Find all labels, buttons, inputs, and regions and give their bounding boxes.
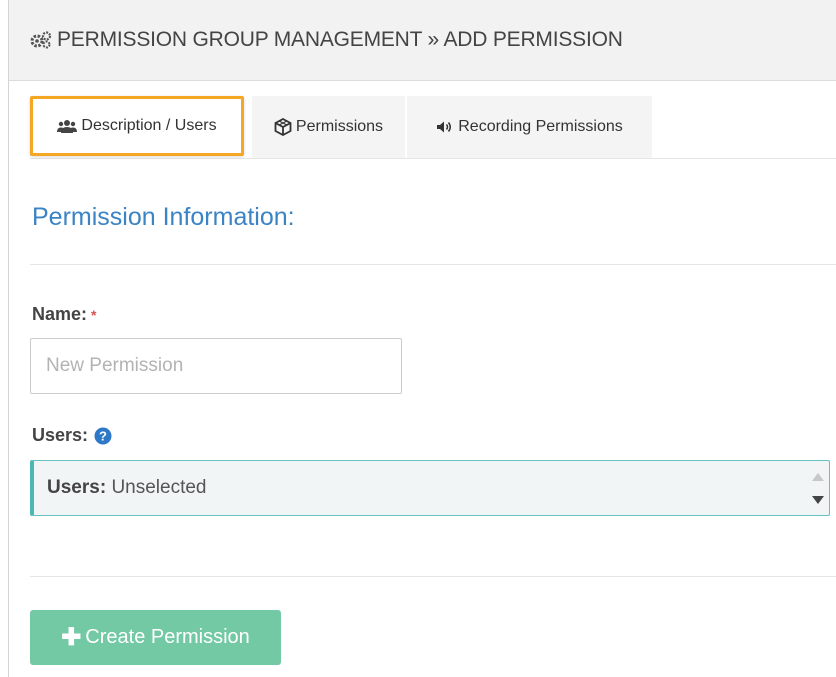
users-select-text: Users: Unselected: [47, 477, 207, 499]
tab-description-users[interactable]: Description / Users: [30, 96, 244, 156]
section-divider: [30, 264, 836, 265]
section-title: Permission Information:: [32, 203, 295, 231]
name-label: Name:: [32, 304, 88, 324]
page-header: PERMISSION GROUP MANAGEMENT » ADD PERMIS…: [9, 0, 836, 81]
gears-icon: [30, 31, 52, 49]
required-indicator: *: [91, 306, 97, 323]
users-label: Users:: [32, 425, 89, 445]
help-icon[interactable]: ?: [94, 427, 112, 445]
form-divider: [30, 576, 836, 577]
users-icon: [57, 120, 78, 133]
page-title-wrap: PERMISSION GROUP MANAGEMENT » ADD PERMIS…: [30, 28, 623, 52]
create-permission-label: Create Permission: [85, 626, 250, 648]
tab-recording-permissions[interactable]: Recording Permissions: [407, 96, 652, 158]
users-select-value: Unselected: [111, 477, 207, 498]
page-title: PERMISSION GROUP MANAGEMENT » ADD PERMIS…: [57, 28, 623, 51]
tab-bar: Description / Users Permissions Recordin…: [30, 96, 836, 159]
scroll-down-icon[interactable]: [812, 495, 824, 504]
scroll-up-icon[interactable]: [812, 472, 824, 481]
users-label-row: Users: ?: [32, 425, 112, 446]
app-frame: PERMISSION GROUP MANAGEMENT » ADD PERMIS…: [8, 0, 836, 677]
cube-icon: [274, 118, 292, 136]
tab-label: Description / Users: [81, 117, 217, 134]
name-input[interactable]: [30, 338, 402, 394]
users-select[interactable]: Users: Unselected: [30, 460, 830, 516]
select-arrows[interactable]: [809, 465, 827, 511]
users-select-label: Users:: [47, 477, 107, 498]
tab-label: Permissions: [295, 118, 384, 135]
name-label-row: Name: *: [32, 304, 96, 325]
plus-icon: ✚: [61, 624, 82, 651]
tab-label: Recording Permissions: [458, 118, 623, 135]
create-permission-button[interactable]: ✚ Create Permission: [30, 610, 281, 665]
svg-text:?: ?: [99, 428, 107, 443]
speaker-icon: [437, 121, 452, 133]
tab-permissions[interactable]: Permissions: [252, 96, 405, 158]
